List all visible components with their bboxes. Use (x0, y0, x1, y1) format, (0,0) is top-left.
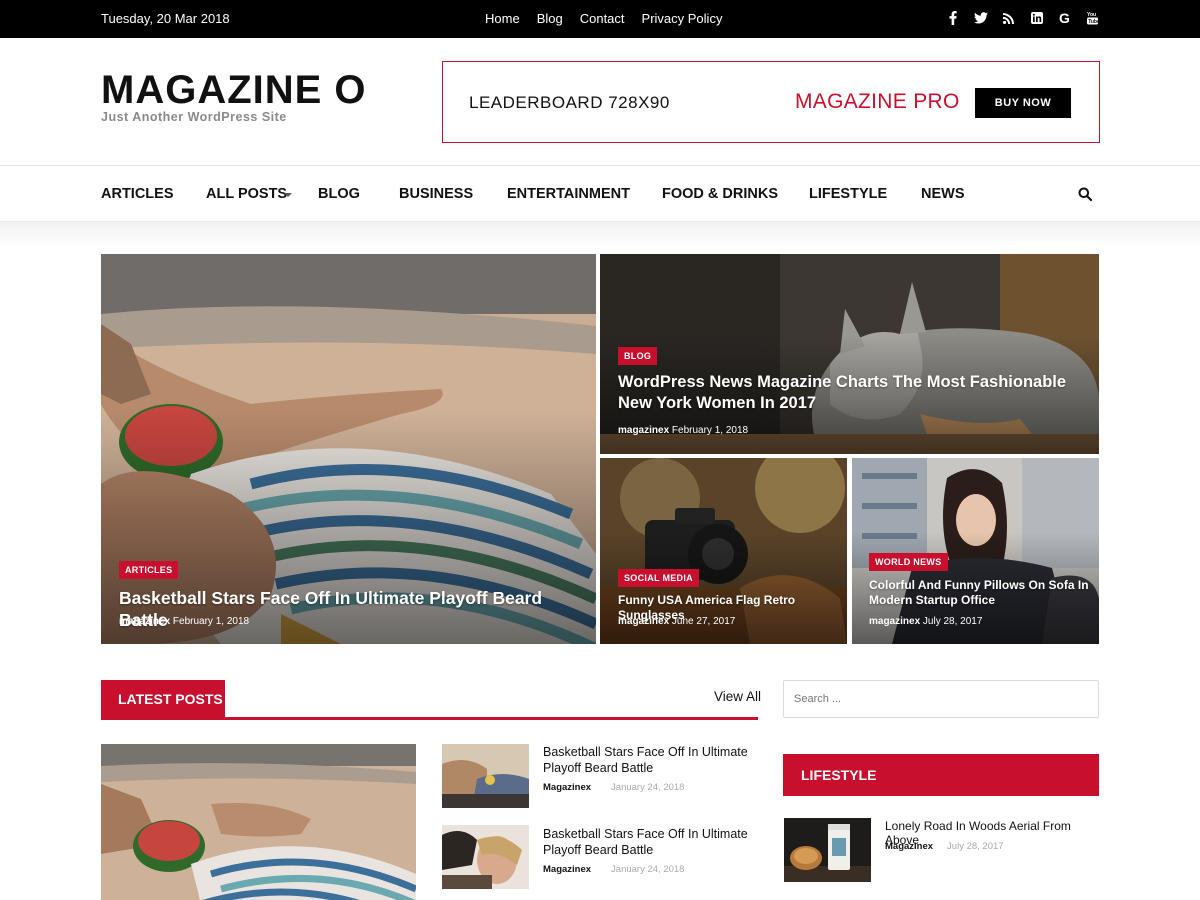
hero-main-meta: magazinex February 1, 2018 (119, 616, 249, 627)
author-name[interactable]: magazinex (618, 425, 669, 436)
top-link-contact[interactable]: Contact (580, 11, 625, 26)
post-thumbnail[interactable] (784, 818, 871, 882)
category-tag[interactable]: SOCIAL MEDIA (618, 569, 699, 587)
post-thumbnail[interactable] (442, 744, 529, 808)
site-tagline: Just Another WordPress Site (101, 110, 287, 124)
hero-top-right-title[interactable]: WordPress News Magazine Charts The Most … (618, 372, 1093, 414)
hero-bottom-left-overlay (600, 532, 847, 644)
nav-item-all-posts[interactable]: ALL POSTS (206, 186, 287, 202)
linkedin-icon[interactable] (1029, 9, 1044, 27)
post-meta: Magazinex January 24, 2018 (543, 782, 684, 793)
beach-thumbnail (101, 744, 416, 900)
top-links: Home Blog Contact Privacy Policy (485, 11, 722, 26)
hero-top-right-meta: magazinex February 1, 2018 (618, 425, 748, 436)
post-thumbnail[interactable] (442, 825, 529, 889)
hero-bottom-right-post[interactable]: WORLD NEWS Colorful And Funny Pillows On… (852, 458, 1099, 644)
woman-thumbnail (442, 825, 529, 889)
top-link-home[interactable]: Home (485, 11, 520, 26)
nav-item-lifestyle[interactable]: LIFESTYLE (809, 186, 887, 202)
section-divider (101, 717, 758, 720)
category-tag[interactable]: BLOG (618, 347, 658, 365)
post-date: June 27, 2017 (671, 616, 736, 627)
nav-item-entertainment[interactable]: ENTERTAINMENT (507, 186, 630, 202)
nav-item-business[interactable]: BUSINESS (399, 186, 473, 202)
lifestyle-heading: LIFESTYLE (783, 754, 1099, 796)
google-icon[interactable]: G (1057, 9, 1072, 27)
post-date: January 24, 2018 (611, 864, 685, 875)
author-name[interactable]: Magazinex (543, 864, 591, 875)
category-tag[interactable]: WORLD NEWS (869, 553, 948, 571)
hero-bottom-right-meta: magazinex July 28, 2017 (869, 616, 982, 627)
chevron-down-icon[interactable] (284, 193, 292, 197)
hero-top-right-post[interactable]: BLOG WordPress News Magazine Charts The … (600, 254, 1099, 454)
svg-text:You: You (1087, 12, 1096, 18)
author-name[interactable]: magazinex (119, 616, 170, 627)
post-date: July 28, 2017 (947, 841, 1004, 852)
main-navigation: ARTICLES ALL POSTS BLOG BUSINESS ENTERTA… (0, 165, 1200, 222)
latest-featured-image[interactable] (101, 744, 416, 900)
author-name[interactable]: Magazinex (543, 782, 591, 793)
svg-text:Tube: Tube (1088, 19, 1098, 25)
youtube-icon[interactable]: YouTube (1085, 9, 1100, 27)
latest-posts-heading: LATEST POSTS (101, 680, 225, 718)
post-date: January 24, 2018 (611, 782, 685, 793)
search-icon[interactable] (1078, 187, 1093, 206)
post-meta: Magazinex January 24, 2018 (543, 864, 684, 875)
author-name[interactable]: magazinex (618, 616, 669, 627)
post-meta: Magazinex July 28, 2017 (885, 841, 1004, 852)
author-name[interactable]: Magazinex (885, 841, 933, 852)
sidebar-search-input[interactable] (783, 680, 1099, 718)
post-date: February 1, 2018 (671, 425, 749, 436)
author-name[interactable]: magazinex (869, 616, 920, 627)
twitter-icon[interactable] (973, 9, 988, 27)
nav-item-articles[interactable]: ARTICLES (101, 186, 174, 202)
site-logo[interactable]: MAGAZINE O (101, 68, 367, 113)
hero-bottom-right-title[interactable]: Colorful And Funny Pillows On Sofa In Mo… (869, 578, 1091, 609)
top-link-blog[interactable]: Blog (537, 11, 563, 26)
post-title[interactable]: Basketball Stars Face Off In Ultimate Pl… (543, 744, 753, 777)
social-links: G YouTube (945, 9, 1100, 27)
facebook-icon[interactable] (945, 9, 960, 27)
hero-main-post[interactable]: ARTICLES Basketball Stars Face Off In Ul… (101, 254, 596, 644)
hero-bottom-left-post[interactable]: SOCIAL MEDIA Funny USA America Flag Retr… (600, 458, 847, 644)
hero-bottom-left-meta: magazinex June 27, 2017 (618, 616, 735, 627)
view-all-link[interactable]: View All (714, 689, 761, 704)
nav-item-food-drinks[interactable]: FOOD & DRINKS (662, 186, 778, 202)
post-date: February 1, 2018 (172, 616, 250, 627)
category-tag[interactable]: ARTICLES (119, 561, 179, 579)
leaderboard-ad[interactable]: LEADERBOARD 728X90 MAGAZINE PRO BUY NOW (442, 61, 1100, 143)
people-thumbnail (442, 744, 529, 808)
nav-item-blog[interactable]: BLOG (318, 186, 360, 202)
top-link-privacy-policy[interactable]: Privacy Policy (642, 11, 723, 26)
nav-item-news[interactable]: NEWS (921, 186, 965, 202)
ad-label: LEADERBOARD 728X90 (469, 93, 670, 112)
post-date: July 28, 2017 (922, 616, 983, 627)
rss-icon[interactable] (1001, 9, 1016, 27)
post-title[interactable]: Basketball Stars Face Off In Ultimate Pl… (543, 826, 753, 859)
top-bar: Tuesday, 20 Mar 2018 Home Blog Contact P… (0, 0, 1200, 38)
ad-brand: MAGAZINE PRO (795, 90, 960, 113)
nav-shadow (0, 222, 1200, 246)
current-date: Tuesday, 20 Mar 2018 (101, 11, 230, 26)
coffee-thumbnail (784, 818, 871, 882)
buy-now-button[interactable]: BUY NOW (975, 88, 1071, 118)
